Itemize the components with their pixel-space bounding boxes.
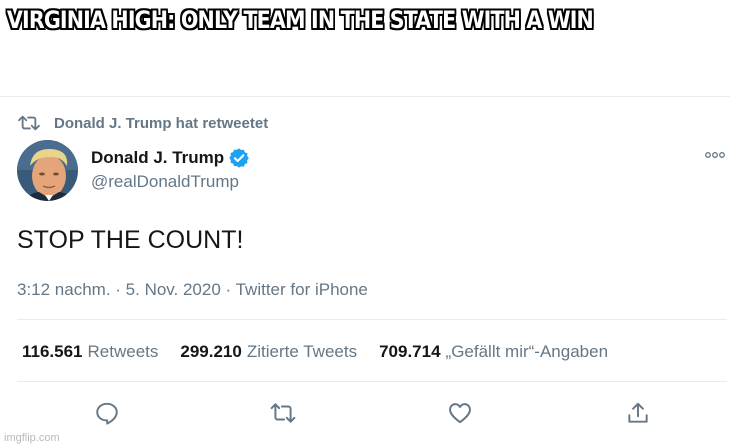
stat-likes[interactable]: 709.714 „Gefällt mir“-Angaben bbox=[379, 342, 608, 362]
verified-badge-icon bbox=[229, 148, 249, 168]
retweet-notice[interactable]: Donald J. Trump hat retweetet bbox=[18, 112, 268, 134]
avatar-image bbox=[17, 140, 78, 201]
share-icon[interactable] bbox=[625, 400, 651, 426]
stat-count: 116.561 bbox=[22, 342, 83, 361]
meta-divider bbox=[17, 319, 727, 320]
stat-label: Zitierte Tweets bbox=[246, 342, 358, 361]
stat-count: 709.714 bbox=[379, 342, 441, 361]
stats-divider bbox=[17, 381, 727, 382]
tweet-timestamp[interactable]: 3:12 nachm. · 5. Nov. 2020 · Twitter for… bbox=[17, 280, 368, 300]
user-info[interactable]: Donald J. Trump @realDonaldTrump bbox=[91, 146, 250, 192]
stat-retweets[interactable]: 116.561 Retweets bbox=[22, 342, 158, 362]
tweet-text: STOP THE COUNT! bbox=[17, 226, 244, 254]
stat-quote-tweets[interactable]: 299.210 Zitierte Tweets bbox=[180, 342, 357, 362]
stat-label: „Gefällt mir“-Angaben bbox=[445, 342, 609, 361]
retweet-icon bbox=[18, 115, 40, 131]
stat-count: 299.210 bbox=[180, 342, 242, 361]
avatar[interactable] bbox=[17, 140, 78, 201]
reply-icon[interactable] bbox=[94, 400, 120, 426]
more-options-icon[interactable] bbox=[704, 150, 726, 160]
user-handle: @realDonaldTrump bbox=[91, 172, 239, 191]
tweet-stats: 116.561 Retweets 299.210 Zitierte Tweets 7… bbox=[22, 342, 630, 362]
stat-label: Retweets bbox=[87, 342, 159, 361]
heart-icon[interactable] bbox=[447, 400, 473, 426]
retweet-icon[interactable] bbox=[270, 400, 296, 426]
top-divider bbox=[0, 96, 730, 97]
watermark: imgflip.com bbox=[4, 432, 60, 444]
meme-caption: VIRGINIA HIGH: ONLY TEAM IN THE STATE WI… bbox=[6, 6, 594, 34]
retweet-notice-label: Donald J. Trump hat retweetet bbox=[54, 114, 269, 132]
display-name[interactable]: Donald J. Trump bbox=[91, 148, 224, 168]
